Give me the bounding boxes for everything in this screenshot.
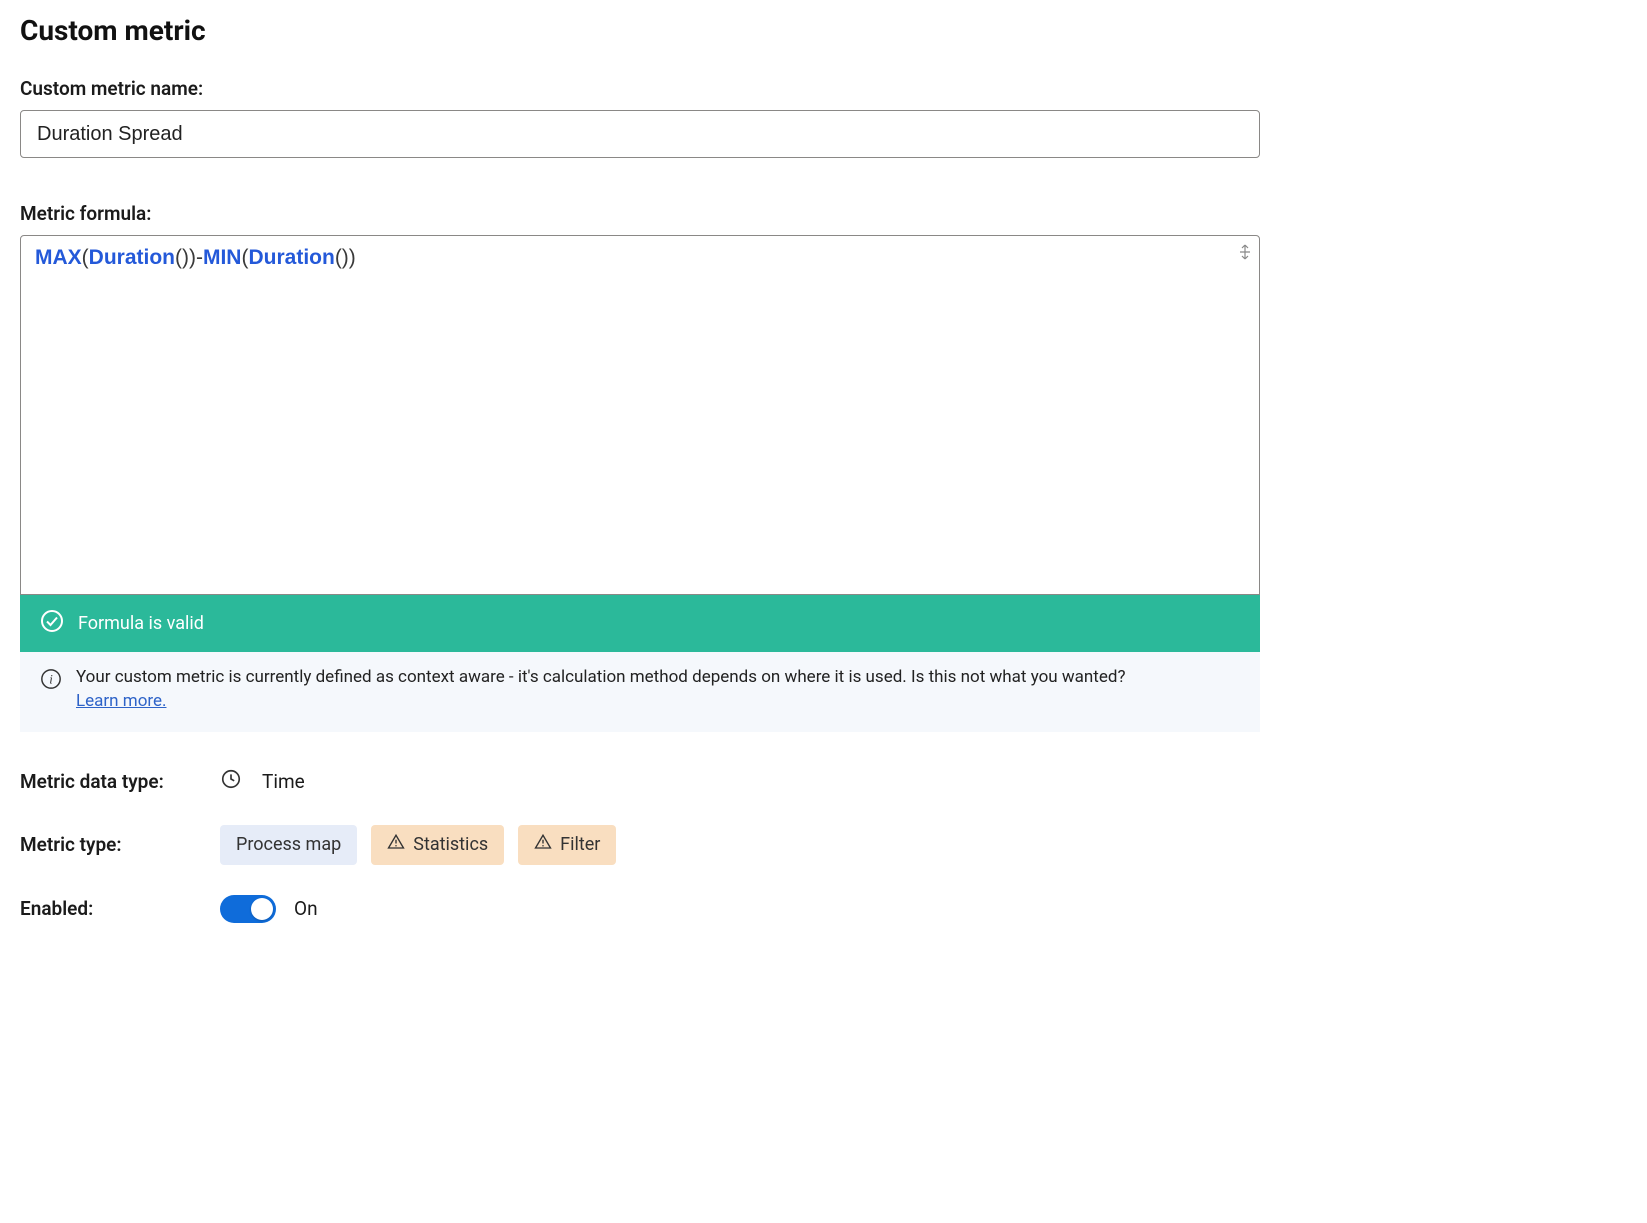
chip-label: Statistics [413,834,488,855]
learn-more-link[interactable]: Learn more. [76,691,167,711]
svg-text:i: i [49,673,53,687]
warning-icon [387,833,405,856]
formula-token: Duration [248,246,334,269]
clock-icon [220,768,242,795]
warning-icon [534,833,552,856]
formula-token: - [196,246,203,269]
formula-valid-banner: Formula is valid [20,595,1260,652]
info-text: Your custom metric is currently defined … [76,667,1126,687]
data-type-label: Metric data type: [20,770,220,793]
formula-token: ()) [175,246,196,269]
formula-token: ( [82,246,89,269]
metric-type-chip[interactable]: Filter [518,825,616,865]
chip-label: Process map [236,834,341,855]
formula-token: ()) [335,246,356,269]
enabled-state-text: On [294,897,318,920]
formula-token: MIN [203,246,242,269]
metric-type-label: Metric type: [20,833,220,856]
formula-line: MAX(Duration())-MIN(Duration()) [35,246,1245,270]
name-label: Custom metric name: [20,77,1260,100]
formula-valid-text: Formula is valid [78,613,204,634]
resize-vertical-icon[interactable] [1237,242,1253,258]
chip-label: Filter [560,834,600,855]
formula-editor[interactable]: MAX(Duration())-MIN(Duration()) [20,235,1260,595]
info-circle-icon: i [40,666,62,698]
formula-token: MAX [35,246,82,269]
metric-name-input[interactable] [20,110,1260,158]
check-circle-icon [40,609,64,638]
metric-type-chip[interactable]: Statistics [371,825,504,865]
metric-type-chip[interactable]: Process map [220,825,357,865]
toggle-knob [251,898,273,920]
data-type-value: Time [262,770,305,793]
context-aware-info: i Your custom metric is currently define… [20,652,1260,732]
formula-label: Metric formula: [20,202,1260,225]
formula-token: Duration [89,246,175,269]
enabled-label: Enabled: [20,897,220,920]
page-title: Custom metric [20,14,1260,47]
enabled-toggle[interactable] [220,895,276,923]
